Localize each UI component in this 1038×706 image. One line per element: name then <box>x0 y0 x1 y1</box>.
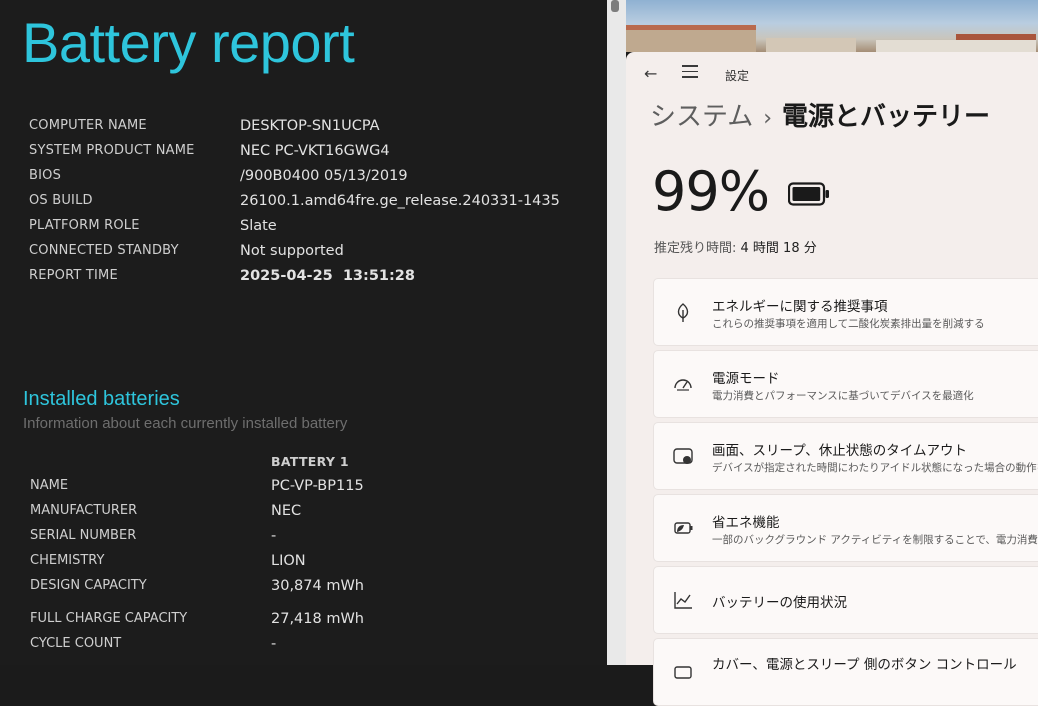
battery-saver-icon <box>674 522 693 534</box>
info-label: PLATFORM ROLE <box>29 218 140 233</box>
battery-label: CHEMISTRY <box>30 553 105 568</box>
battery-row: DESIGN CAPACITY 30,874 mWh <box>30 578 600 598</box>
battery-row: FULL CHARGE CAPACITY 27,418 mWh <box>30 611 600 631</box>
card-subtitle: これらの推奨事項を適用して二酸化炭素排出量を削減する <box>712 318 985 330</box>
battery-value: 30,874 mWh <box>271 578 364 594</box>
settings-window: ← 設定 システム › 電源とバッテリー 99% 推定残り時間: 4 時間 18 分… <box>626 52 1038 706</box>
info-row: OS BUILD 26100.1.amd64fre.ge_release.240… <box>29 193 599 213</box>
card-subtitle: デバイスが指定された時間にわたりアイドル状態になった場合の動作を <box>712 462 1038 474</box>
app-title: 設定 <box>725 69 750 83</box>
remaining-label: 推定残り時間: <box>654 241 741 256</box>
battery-value: LION <box>271 553 306 569</box>
battery-label: CYCLE COUNT <box>30 636 122 651</box>
battery-fill-level <box>792 187 821 201</box>
battery-icon <box>788 182 829 206</box>
info-value: NEC PC-VKT16GWG4 <box>240 143 390 159</box>
info-value: DESKTOP-SN1UCPA <box>240 118 380 134</box>
energy-recommendations-card[interactable]: エネルギーに関する推奨事項 これらの推奨事項を適用して二酸化炭素排出量を削減する <box>653 278 1038 346</box>
breadcrumb: システム › 電源とバッテリー <box>650 96 990 133</box>
card-title: 電源モード <box>712 371 780 387</box>
battery-value: - <box>271 636 277 652</box>
battery-label: NAME <box>30 478 69 493</box>
battery-row: SERIAL NUMBER - <box>30 528 600 548</box>
battery-value: NEC <box>271 503 302 519</box>
breadcrumb-parent[interactable]: システム <box>650 102 753 132</box>
lid-power-button-card[interactable]: カバー、電源とスリープ 側のボタン コントロール <box>653 638 1038 706</box>
installed-batteries-heading: Installed batteries <box>23 388 180 410</box>
battery-value: - <box>271 528 277 544</box>
info-label: REPORT TIME <box>29 268 118 283</box>
battery-value: 27,418 mWh <box>271 611 364 627</box>
breadcrumb-separator: › <box>763 106 773 131</box>
remaining-time: 推定残り時間: 4 時間 18 分 <box>654 237 817 256</box>
battery-usage-card[interactable]: バッテリーの使用状況 <box>653 566 1038 634</box>
leaf-icon <box>677 303 689 322</box>
desktop-wallpaper <box>626 0 1038 52</box>
battery-label: FULL CHARGE CAPACITY <box>30 611 188 626</box>
battery-column-header: BATTERY 1 <box>271 454 349 469</box>
page-title: 電源とバッテリー <box>782 102 991 132</box>
back-arrow-icon[interactable]: ← <box>644 64 657 83</box>
installed-batteries-subtitle: Information about each currently install… <box>23 415 348 432</box>
info-row: COMPUTER NAME DESKTOP-SN1UCPA <box>29 118 599 138</box>
power-mode-card[interactable]: 電源モード 電力消費とパフォーマンスに基づいてデバイスを最適化 <box>653 350 1038 418</box>
card-title: 画面、スリープ、休止状態のタイムアウト <box>712 443 968 459</box>
battery-value: PC-VP-BP115 <box>271 478 364 494</box>
info-label: OS BUILD <box>29 193 93 208</box>
card-title: エネルギーに関する推奨事項 <box>712 299 888 315</box>
info-value: /900B0400 05/13/2019 <box>240 168 408 184</box>
report-title: Battery report <box>22 11 355 74</box>
battery-row: NAME PC-VP-BP115 <box>30 478 600 498</box>
info-row: PLATFORM ROLE Slate <box>29 218 599 238</box>
vertical-scrollbar[interactable] <box>607 0 626 665</box>
battery-row: CYCLE COUNT - <box>30 636 600 656</box>
info-value: Slate <box>240 218 277 234</box>
battery-report-page: Battery report COMPUTER NAME DESKTOP-SN1… <box>0 0 607 665</box>
info-row: SYSTEM PRODUCT NAME NEC PC-VKT16GWG4 <box>29 143 599 163</box>
battery-percent: 99% <box>652 160 770 223</box>
card-subtitle: 電力消費とパフォーマンスに基づいてデバイスを最適化 <box>712 390 974 402</box>
battery-label: SERIAL NUMBER <box>30 528 137 543</box>
card-title: 省エネ機能 <box>712 515 780 531</box>
battery-label: MANUFACTURER <box>30 503 138 518</box>
screen-sleep-timeout-card[interactable]: 画面、スリープ、休止状態のタイムアウト デバイスが指定された時間にわたりアイドル… <box>653 422 1038 490</box>
info-value: Not supported <box>240 243 344 259</box>
hamburger-menu-icon[interactable] <box>682 65 698 82</box>
info-row: BIOS /900B0400 05/13/2019 <box>29 168 599 188</box>
info-label: CONNECTED STANDBY <box>29 243 179 258</box>
gauge-icon <box>674 379 692 391</box>
card-title: バッテリーの使用状況 <box>712 595 847 611</box>
info-label: COMPUTER NAME <box>29 118 147 133</box>
chart-icon <box>674 592 692 609</box>
battery-saver-card[interactable]: 省エネ機能 一部のバックグラウンド アクティビティを制限することで、電力消費を削 <box>653 494 1038 562</box>
info-value: 26100.1.amd64fre.ge_release.240331-1435 <box>240 193 560 209</box>
card-title: カバー、電源とスリープ 側のボタン コントロール <box>712 657 1017 673</box>
card-subtitle: 一部のバックグラウンド アクティビティを制限することで、電力消費を削 <box>712 534 1038 546</box>
scrollbar-thumb[interactable] <box>611 0 619 12</box>
battery-row: MANUFACTURER NEC <box>30 503 600 523</box>
info-label: SYSTEM PRODUCT NAME <box>29 143 195 158</box>
battery-label: DESIGN CAPACITY <box>30 578 147 593</box>
battery-row: CHEMISTRY LION <box>30 553 600 573</box>
info-row: CONNECTED STANDBY Not supported <box>29 243 599 263</box>
power-button-icon <box>674 666 692 679</box>
remaining-value: 4 時間 18 分 <box>740 241 817 256</box>
screen-sleep-icon <box>673 448 693 464</box>
report-time-value: 2025-04-25 13:51:28 <box>240 268 415 284</box>
info-row: REPORT TIME 2025-04-25 13:51:28 <box>29 268 599 288</box>
info-label: BIOS <box>29 168 62 183</box>
